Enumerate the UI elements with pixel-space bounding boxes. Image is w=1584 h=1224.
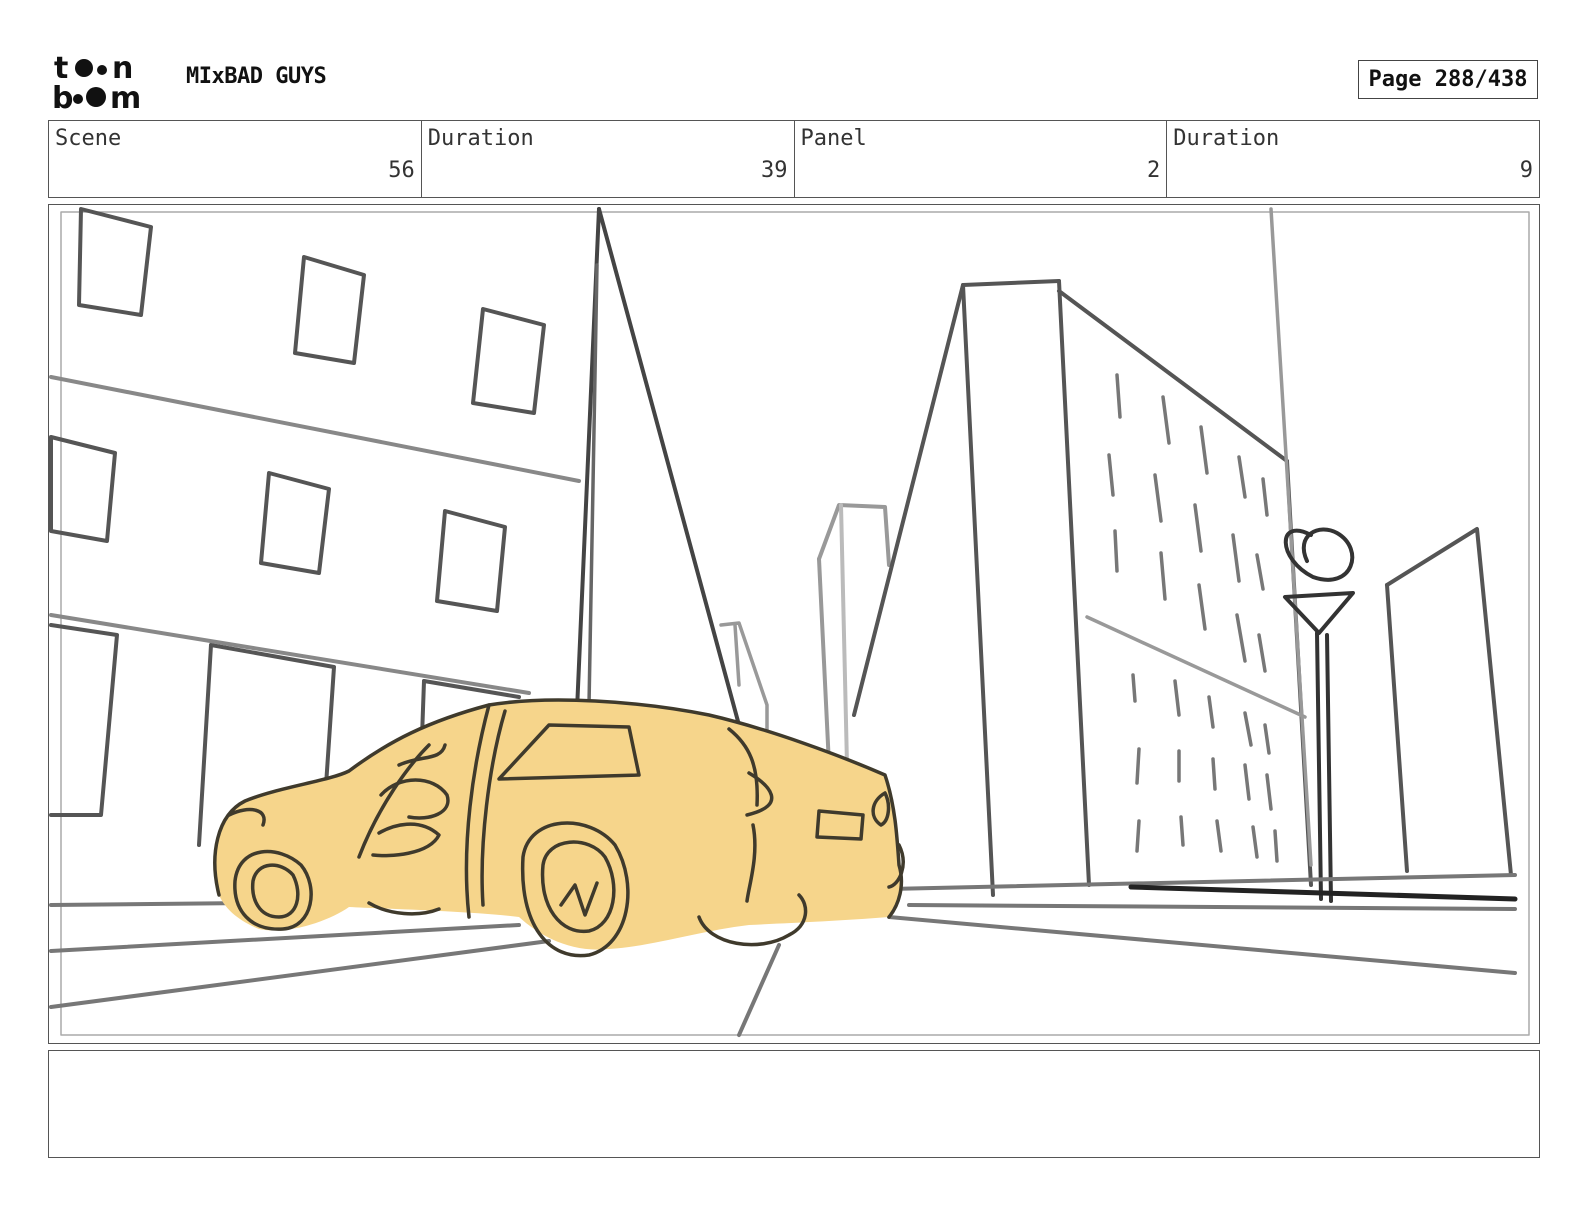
- spire-building: [575, 207, 741, 727]
- scene-duration-value: 39: [761, 158, 788, 183]
- svg-text:b: b: [52, 81, 73, 110]
- scene-duration-cell: Duration 39: [422, 121, 795, 197]
- scene-label: Scene: [55, 126, 122, 151]
- scene-duration-label: Duration: [427, 126, 534, 151]
- panel-duration-cell: Duration 9: [1167, 121, 1539, 197]
- panel-sketch: [49, 207, 1530, 1037]
- right-building: [852, 279, 1313, 897]
- toonboom-logo: t n b m: [52, 51, 164, 116]
- svg-text:m: m: [110, 81, 141, 110]
- page-indicator: Page 288/438: [1358, 60, 1538, 99]
- right-building-windows: [1107, 373, 1279, 863]
- project-title: MIxBAD GUYS: [186, 64, 327, 89]
- car-sketch: [213, 698, 905, 958]
- scene-value: 56: [388, 158, 415, 183]
- panel-duration-label: Duration: [1173, 126, 1280, 151]
- panel-duration-value: 9: [1519, 158, 1533, 183]
- panel-value: 2: [1147, 158, 1161, 183]
- panel-cell: Panel 2: [795, 121, 1168, 197]
- far-right-building: [1385, 527, 1513, 877]
- page-label: Page 288/438: [1368, 67, 1528, 92]
- storyboard-panel: [48, 204, 1540, 1044]
- panel-label: Panel: [800, 126, 867, 151]
- middle-tower: [817, 503, 891, 767]
- panel-notes: [48, 1050, 1540, 1158]
- scene-info-row: Scene 56 Duration 39 Panel 2 Duration 9: [48, 120, 1540, 198]
- scene-cell: Scene 56: [49, 121, 422, 197]
